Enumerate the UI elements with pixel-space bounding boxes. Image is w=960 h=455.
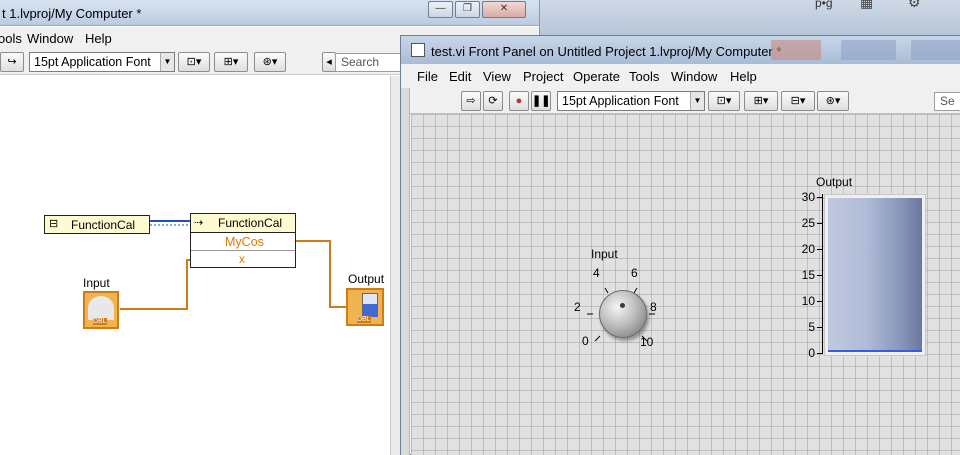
menu-view[interactable]: View bbox=[483, 69, 511, 84]
tank-tick-30: 30 bbox=[801, 190, 815, 204]
front-panel-canvas[interactable]: Input 0 2 4 6 8 10 Output 30 25 20 15 10… bbox=[411, 114, 960, 455]
dbl-badge: DBL bbox=[357, 316, 371, 323]
block-diagram-titlebar[interactable]: t 1.lvproj/My Computer * — ❐ ✕ bbox=[0, 0, 539, 26]
font-selector[interactable]: 15pt Application Font ▼ bbox=[29, 52, 175, 72]
tank-tick-25: 25 bbox=[801, 216, 815, 230]
menu-help[interactable]: Help bbox=[85, 31, 112, 46]
font-selector-value: 15pt Application Font bbox=[34, 55, 151, 69]
invoke-node-label: FunctionCal bbox=[218, 216, 283, 230]
close-button[interactable]: ✕ bbox=[482, 1, 526, 18]
knob-indicator bbox=[620, 303, 625, 308]
knob-tick-2: 2 bbox=[574, 300, 581, 314]
resize-icon[interactable]: ⊟▾ bbox=[781, 91, 815, 111]
front-panel-window: test.vi Front Panel on Untitled Project … bbox=[400, 35, 960, 455]
reorder-icon[interactable]: ⊛▾ bbox=[254, 52, 286, 72]
left-edge-bar bbox=[401, 88, 410, 455]
cleanup-icon[interactable]: ↪ bbox=[0, 52, 24, 72]
reference-node-label: FunctionCal bbox=[71, 218, 136, 232]
search-input[interactable]: Search bbox=[335, 53, 407, 72]
knob-label: Input bbox=[591, 247, 618, 261]
search-placeholder: Se bbox=[940, 94, 955, 108]
blurred-taskbar-button bbox=[841, 40, 896, 60]
run-icon[interactable]: ⇨ bbox=[461, 91, 481, 111]
tank-label: Output bbox=[816, 175, 853, 189]
tank-tick-20: 20 bbox=[801, 242, 815, 256]
reference-node[interactable]: ⊟ FunctionCal bbox=[44, 215, 150, 234]
align-icon[interactable]: ⊡▾ bbox=[708, 91, 740, 111]
blurred-taskbar-button bbox=[771, 40, 821, 60]
distribute-icon[interactable]: ⊞▾ bbox=[744, 91, 778, 111]
align-icon[interactable]: ⊡▾ bbox=[178, 52, 210, 72]
distribute-icon[interactable]: ⊞▾ bbox=[214, 52, 248, 72]
reorder-icon[interactable]: ⊛▾ bbox=[817, 91, 849, 111]
invoke-icon: ⇢ bbox=[194, 217, 204, 229]
blurred-taskbar-button bbox=[911, 40, 960, 60]
menu-tools[interactable]: ools bbox=[0, 31, 22, 46]
input-terminal-label: Input bbox=[83, 276, 110, 290]
desktop-text: p•g bbox=[815, 0, 833, 10]
divider bbox=[191, 250, 295, 251]
front-panel-menubar: File Edit View Project Operate Tools Win… bbox=[401, 65, 960, 87]
output-wire bbox=[296, 240, 346, 308]
tank-fill bbox=[828, 198, 922, 352]
grid-icon[interactable]: ▦ bbox=[860, 0, 873, 11]
tank-scale-axis bbox=[822, 194, 823, 354]
input-knob[interactable] bbox=[599, 290, 647, 338]
method-name: MyCos bbox=[225, 235, 264, 249]
front-panel-titlebar[interactable]: test.vi Front Panel on Untitled Project … bbox=[401, 36, 960, 64]
tank-tick-0: 0 bbox=[808, 346, 815, 360]
menu-edit[interactable]: Edit bbox=[449, 69, 471, 84]
search-placeholder: Search bbox=[341, 55, 380, 69]
desktop-background: p•g ▦ ⚙ bbox=[540, 0, 960, 38]
minimize-button[interactable]: — bbox=[428, 1, 453, 18]
window-title: test.vi Front Panel on Untitled Project … bbox=[431, 44, 782, 59]
vi-icon bbox=[411, 43, 425, 57]
output-terminal[interactable]: DBL bbox=[346, 288, 384, 326]
invoke-node[interactable]: ⇢ FunctionCal MyCos x bbox=[190, 213, 296, 268]
chevron-down-icon: ▼ bbox=[160, 53, 174, 71]
run-continuously-icon[interactable]: ⟳ bbox=[483, 91, 503, 111]
invoke-node-header: ⇢ FunctionCal bbox=[191, 214, 295, 233]
menu-file[interactable]: File bbox=[417, 69, 438, 84]
font-selector[interactable]: 15pt Application Font ▼ bbox=[557, 91, 705, 111]
input-terminal[interactable]: DBL bbox=[83, 291, 119, 329]
menu-window[interactable]: Window bbox=[671, 69, 717, 84]
param-name: x bbox=[239, 252, 245, 266]
tank-body bbox=[824, 194, 926, 356]
input-wire bbox=[120, 259, 192, 310]
search-input[interactable]: Se bbox=[934, 92, 960, 111]
reference-icon: ⊟ bbox=[49, 218, 59, 230]
menu-tools[interactable]: Tools bbox=[629, 69, 659, 84]
menu-window[interactable]: Window bbox=[27, 31, 73, 46]
abort-icon[interactable]: ● bbox=[509, 91, 529, 111]
window-title: t 1.lvproj/My Computer * bbox=[2, 6, 142, 21]
front-panel-toolbar: ⇨ ⟳ ● ❚❚ 15pt Application Font ▼ ⊡▾ ⊞▾ ⊟… bbox=[401, 88, 960, 114]
knob-icon bbox=[88, 296, 114, 320]
pause-icon[interactable]: ❚❚ bbox=[531, 91, 551, 111]
tank-icon bbox=[362, 293, 378, 317]
dbl-badge: DBL bbox=[93, 318, 107, 325]
menu-operate[interactable]: Operate bbox=[573, 69, 620, 84]
menu-project[interactable]: Project bbox=[523, 69, 563, 84]
chevron-down-icon: ▼ bbox=[690, 92, 704, 110]
search-toggle-icon[interactable]: ◂ bbox=[322, 52, 336, 72]
restore-button[interactable]: ❐ bbox=[455, 1, 480, 18]
output-terminal-label: Output bbox=[348, 272, 385, 286]
output-tank-indicator[interactable]: 30 25 20 15 10 5 0 bbox=[802, 190, 926, 362]
tank-tick-15: 15 bbox=[801, 268, 815, 282]
tank-tick-10: 10 bbox=[801, 294, 815, 308]
font-selector-value: 15pt Application Font bbox=[562, 94, 679, 108]
settings-icon[interactable]: ⚙ bbox=[908, 0, 921, 11]
menu-help[interactable]: Help bbox=[730, 69, 757, 84]
tank-tick-5: 5 bbox=[808, 320, 815, 334]
